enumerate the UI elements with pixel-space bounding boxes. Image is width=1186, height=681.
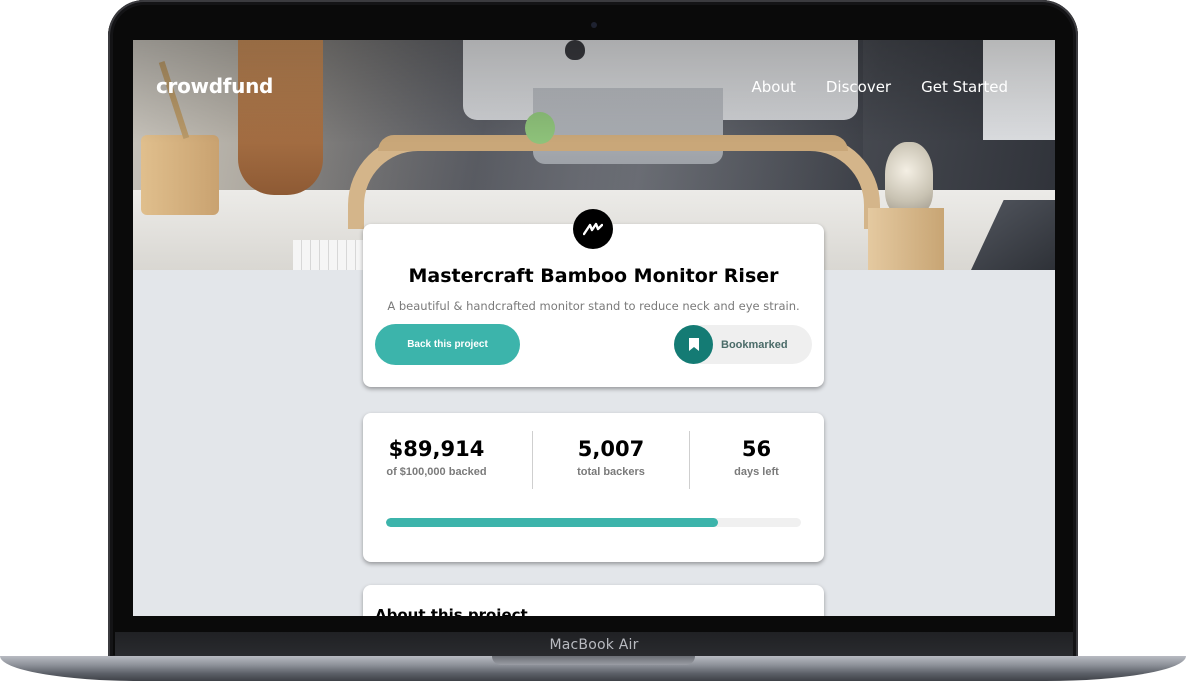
days-left-label: days left — [734, 466, 779, 478]
nav-link-discover[interactable]: Discover — [826, 78, 891, 96]
laptop-chin: MacBook Air — [115, 632, 1073, 658]
stats-card: $89,914 of $100,000 backed 5,007 total b… — [363, 413, 824, 562]
project-description: A beautiful & handcrafted monitor stand … — [387, 299, 800, 313]
stat-backed: $89,914 of $100,000 backed — [363, 437, 510, 478]
bookmark-label: Bookmarked — [721, 338, 788, 351]
bookmark-icon — [674, 325, 713, 364]
camera-dot — [591, 22, 597, 28]
project-title: Mastercraft Bamboo Monitor Riser — [408, 265, 779, 287]
about-title: About this project — [375, 606, 528, 616]
nav-link-get-started[interactable]: Get Started — [921, 78, 1008, 96]
laptop-notch — [492, 656, 695, 665]
laptop-mockup: crowdfund About Discover Get Started Mas… — [0, 0, 1186, 681]
backed-label: of $100,000 backed — [386, 466, 487, 478]
days-left-count: 56 — [741, 437, 772, 461]
mastercraft-logo-icon — [573, 209, 613, 249]
stat-backers: 5,007 total backers — [533, 437, 689, 478]
device-label: MacBook Air — [549, 637, 639, 653]
backed-amount: $89,914 — [388, 437, 485, 461]
backers-count: 5,007 — [577, 437, 645, 461]
navbar: crowdfund About Discover Get Started — [133, 40, 1055, 140]
bookmark-button[interactable]: Bookmarked — [674, 325, 812, 364]
progress-fill — [386, 518, 718, 527]
stat-days: 56 days left — [689, 437, 824, 478]
progress-bar — [386, 518, 801, 527]
about-card: About this project — [363, 585, 824, 616]
nav-link-about[interactable]: About — [752, 78, 796, 96]
screen: crowdfund About Discover Get Started Mas… — [133, 40, 1055, 616]
nav-links: About Discover Get Started — [752, 78, 1009, 96]
back-project-button[interactable]: Back this project — [375, 324, 520, 365]
logo[interactable]: crowdfund — [156, 74, 273, 98]
backers-label: total backers — [577, 466, 645, 478]
